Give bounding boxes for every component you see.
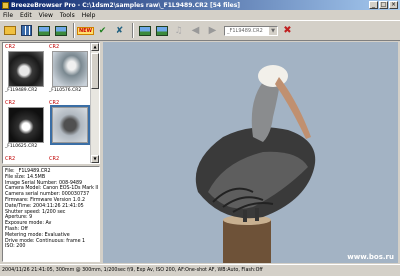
scroll-thumb[interactable]: [91, 53, 99, 89]
menu-file[interactable]: File: [3, 12, 13, 19]
thumbnail-item[interactable]: CR2: [47, 155, 91, 164]
thumbnail-filename: _F1L9489.CR2: [5, 88, 38, 93]
thumbnail-filename: _F1L0625.CR2: [5, 144, 38, 149]
maximize-button[interactable]: □: [379, 1, 388, 9]
chevron-down-icon[interactable]: ▼: [269, 26, 277, 35]
file-type-tag: CR2: [5, 44, 16, 50]
menu-edit[interactable]: Edit: [20, 12, 32, 19]
close-button[interactable]: ×: [389, 1, 398, 9]
new-icon: NEW: [76, 26, 95, 35]
file-type-tag: CR2: [5, 100, 16, 106]
tag-all-button[interactable]: ✘: [112, 23, 127, 38]
thumbnail-item[interactable]: CR2: [3, 155, 47, 164]
thumbnail-image: [52, 163, 88, 164]
status-bar: 2004/11/26 21:41:05, 300mm @ 300mm, 1/20…: [0, 264, 400, 276]
thumbnail-item[interactable]: CR2 _F1L9489.CR2: [3, 43, 47, 99]
image-large-icon: [54, 25, 67, 36]
thumbnail-scrollbar[interactable]: ▲ ▼: [90, 43, 99, 163]
thumbnail-image: [50, 105, 90, 145]
thumbnail-image: [52, 51, 88, 87]
arrow-left-icon: ◀: [191, 25, 200, 36]
watermark: www.bos.ru: [347, 253, 394, 261]
minimize-button[interactable]: _: [369, 1, 378, 9]
compare-button[interactable]: [154, 23, 169, 38]
audio-button[interactable]: ♫: [171, 23, 186, 38]
thumbnail-grid-button[interactable]: [19, 23, 34, 38]
app-icon: [2, 1, 9, 9]
thumbnail-image: [8, 163, 44, 164]
delete-icon: ✖: [283, 25, 292, 36]
music-note-icon: ♫: [174, 25, 183, 36]
delete-button[interactable]: ✖: [280, 23, 295, 38]
landscape-icon: [155, 25, 168, 36]
file-select-value: _F1L9489.CR2: [227, 27, 263, 34]
landscape-icon: [138, 25, 151, 36]
thumbnail-item[interactable]: CR2: [47, 99, 91, 155]
tag-button[interactable]: ✔: [95, 23, 110, 38]
menu-help[interactable]: Help: [82, 12, 96, 19]
forward-button[interactable]: ▶: [205, 23, 220, 38]
file-select[interactable]: _F1L9489.CR2 ▼: [224, 25, 278, 36]
toolbar: NEW ✔ ✘ ♫ ◀ ▶ _F1L9489.CR2 ▼ ✖: [0, 20, 400, 41]
slideshow-button[interactable]: [137, 23, 152, 38]
view-image-large-button[interactable]: [53, 23, 68, 38]
file-type-tag: CR2: [49, 44, 60, 50]
menu-bar: File Edit View Tools Help: [0, 10, 400, 20]
pelican-photo: [103, 42, 398, 263]
grid-icon: [21, 25, 32, 36]
toolbar-separator: [73, 23, 75, 38]
file-type-tag: CR2: [49, 100, 60, 106]
back-button[interactable]: ◀: [188, 23, 203, 38]
folder-icon: [3, 26, 16, 35]
toolbar-separator: [132, 23, 134, 38]
image-viewer[interactable]: [103, 42, 398, 263]
open-folder-button[interactable]: [2, 23, 17, 38]
scroll-down-icon[interactable]: ▼: [91, 155, 99, 163]
thumbnail-item[interactable]: CR2 _F1L0625.CR2: [3, 99, 47, 155]
exif-line: Date/Time: 2004:11:26 21:41:05: [5, 203, 84, 209]
menu-view[interactable]: View: [39, 12, 53, 19]
exif-line: ISO: 200: [5, 244, 26, 250]
arrow-right-icon: ▶: [208, 25, 217, 36]
thumbnail-image: [8, 51, 44, 87]
view-image-button[interactable]: [36, 23, 51, 38]
scroll-up-icon[interactable]: ▲: [91, 43, 99, 51]
check-cross-icon: ✘: [115, 25, 124, 36]
file-type-tag: CR2: [49, 156, 60, 162]
exif-line: Firmware: Firmware Version 1.0.2: [5, 197, 86, 203]
thumbnail-panel[interactable]: CR2 _F1L9489.CR2 CR2 _F1L0576.CR2 CR2 _F1L062…: [2, 42, 100, 164]
title-bar: BreezeBrowser Pro - C:\1dsm2\samples raw…: [0, 0, 400, 10]
thumbnail-filename: _F1L0576.CR2: [49, 88, 82, 93]
file-type-tag: CR2: [5, 156, 16, 162]
check-icon: ✔: [98, 25, 107, 36]
window-title: BreezeBrowser Pro - C:\1dsm2\samples raw…: [11, 1, 241, 9]
thumbnail-image: [8, 107, 44, 143]
exif-info-panel: File: _F1L9489.CR2 File size: 14.5MB Image…: [2, 166, 100, 262]
image-icon: [37, 25, 50, 36]
menu-tools[interactable]: Tools: [60, 12, 75, 19]
thumbnail-item[interactable]: CR2 _F1L0576.CR2: [47, 43, 91, 99]
new-button[interactable]: NEW: [76, 23, 95, 38]
